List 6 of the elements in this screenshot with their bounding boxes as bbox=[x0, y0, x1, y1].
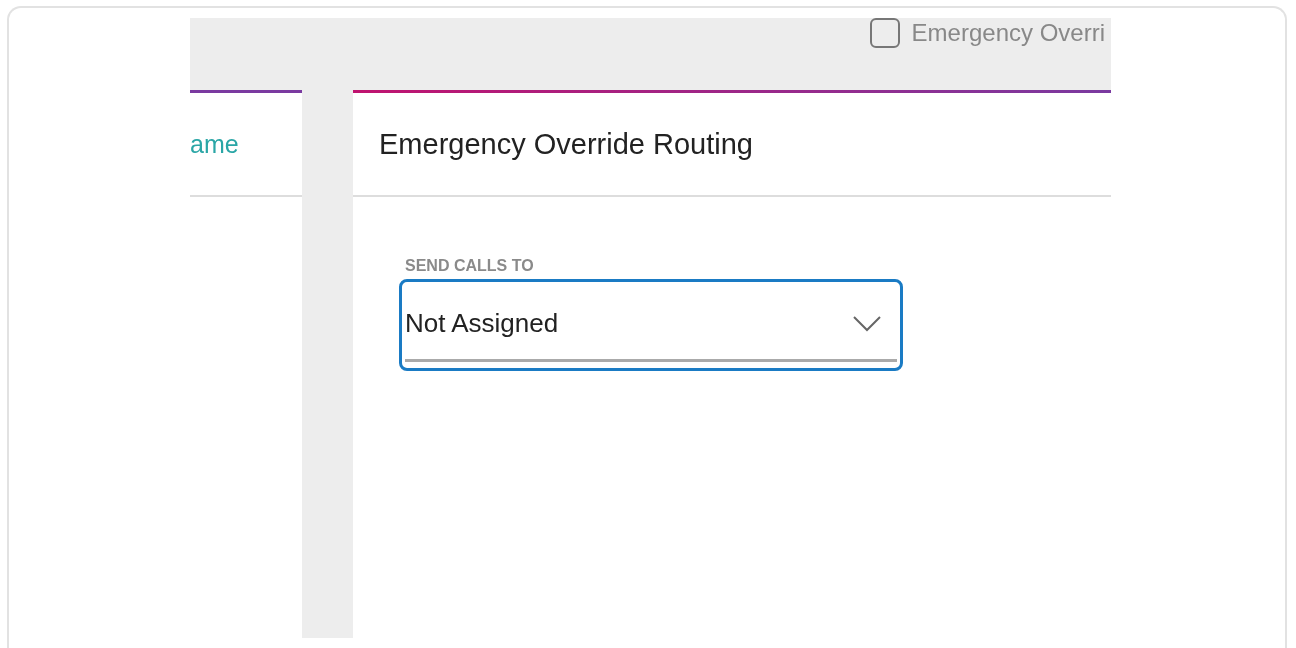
send-calls-dropdown[interactable]: Not Assigned bbox=[399, 279, 903, 371]
field-label: SEND CALLS TO bbox=[404, 257, 535, 275]
chevron-down-icon bbox=[853, 315, 881, 332]
checkbox[interactable] bbox=[869, 18, 900, 48]
checkbox-label: Emergency Overri bbox=[911, 18, 1105, 48]
panel-title: Emergency Override Routing bbox=[379, 127, 753, 161]
